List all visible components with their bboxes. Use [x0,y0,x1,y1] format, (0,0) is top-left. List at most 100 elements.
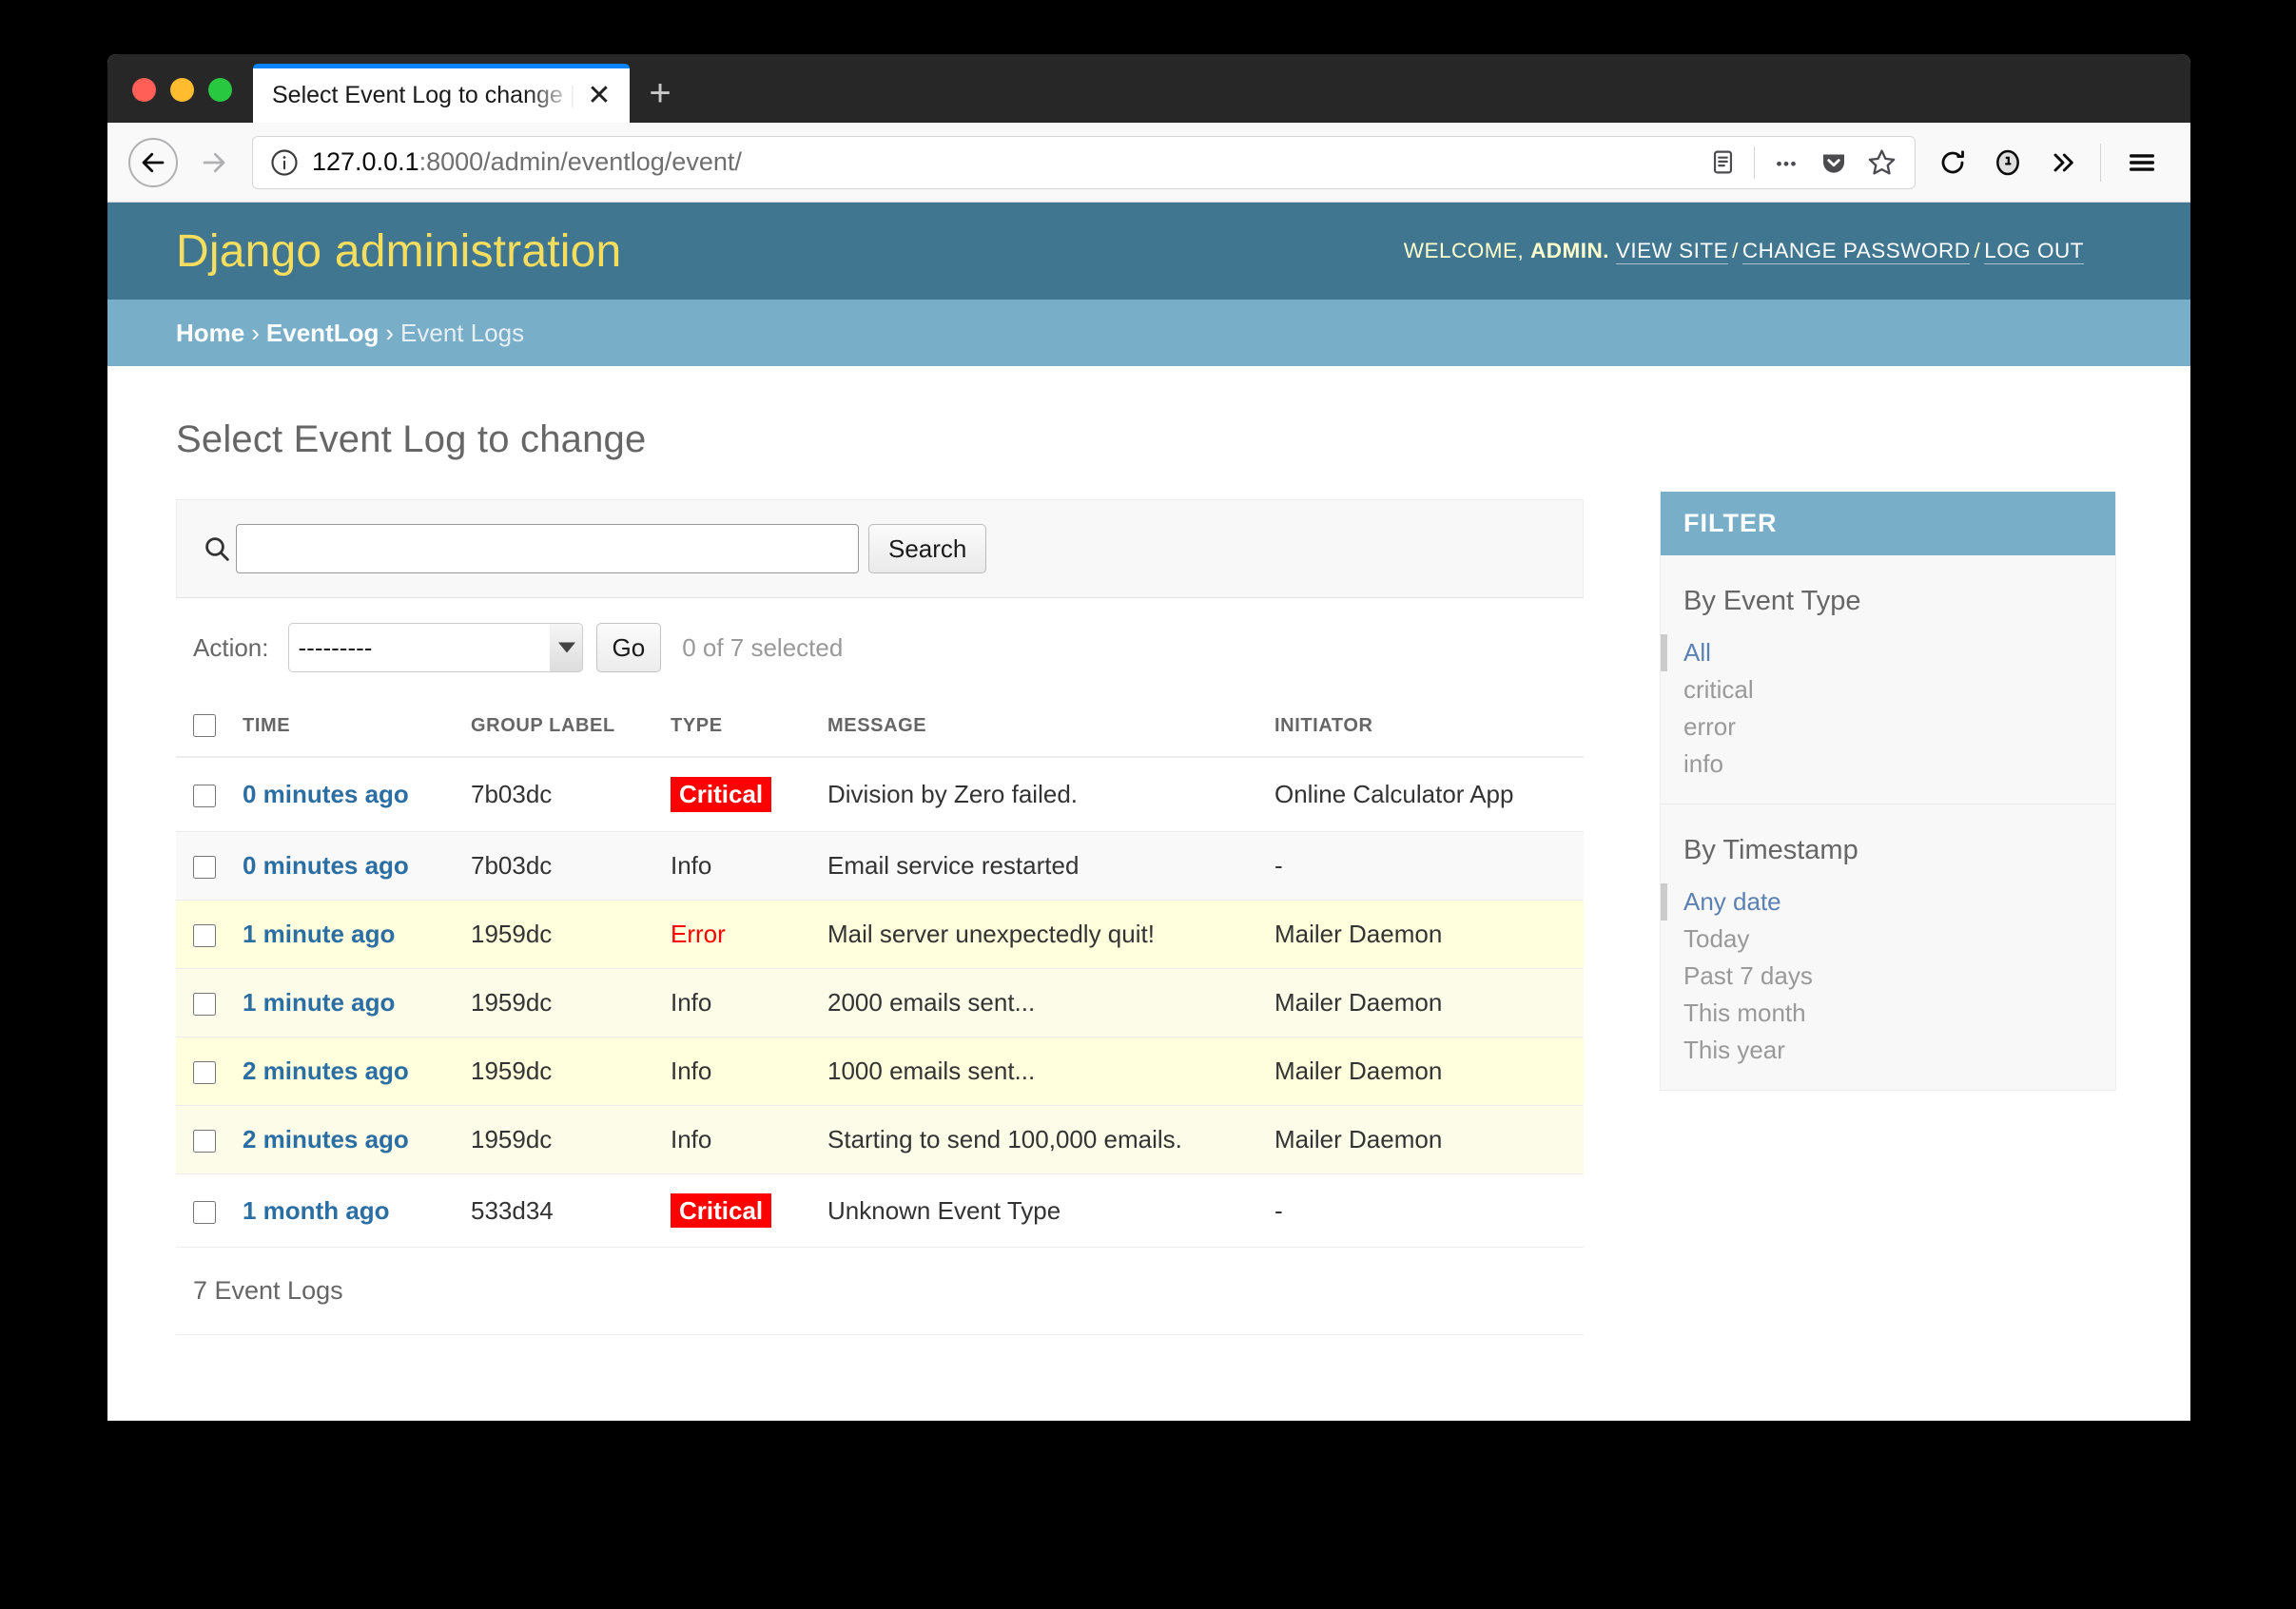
search-input[interactable] [236,524,859,573]
bookmark-star-icon[interactable] [1858,139,1905,186]
view-site-link[interactable]: VIEW SITE [1615,239,1729,264]
row-link-time[interactable]: 2 minutes ago [243,1057,409,1085]
breadcrumb-separator-1: › [251,318,260,347]
table-row: 0 minutes ago 7b03dc Critical Division by Z… [176,757,1584,832]
status-text: Info [671,987,712,1017]
pocket-icon[interactable] [1810,139,1858,186]
overflow-chevrons-icon[interactable] [2035,135,2091,190]
filter-option[interactable]: This month [1661,995,2115,1032]
row-link-time[interactable]: 2 minutes ago [243,1125,409,1153]
filter-option-list: Any date Today Past 7 days This month This y… [1661,883,2115,1069]
results-table: TIME GROUP LABEL TYPE MESSAGE INITIATOR … [176,695,1584,1249]
column-header-message[interactable]: MESSAGE [816,695,1263,758]
changelist-main: Select Event Log to change Search Action… [176,366,1584,1336]
cell-initiator: Mailer Daemon [1263,900,1584,969]
back-icon[interactable] [128,137,178,187]
url-bar[interactable]: 127.0.0.1:8000/admin/eventlog/event/ [252,135,1916,189]
results-table-body: 0 minutes ago 7b03dc Critical Division by Z… [176,757,1584,1249]
breadcrumb-home[interactable]: Home [176,319,244,348]
table-row: 0 minutes ago 7b03dc Info Email service res… [176,831,1584,901]
row-link-time[interactable]: 1 minute ago [243,988,395,1017]
log-out-link[interactable]: LOG OUT [1984,239,2084,264]
row-checkbox[interactable] [193,784,216,807]
filter-option-link[interactable]: This month [1683,998,1806,1027]
column-header-group-label[interactable]: GROUP LABEL [459,695,659,758]
change-password-link[interactable]: CHANGE PASSWORD [1741,239,1971,264]
filter-option-link[interactable]: info [1683,749,1723,778]
column-header-type[interactable]: TYPE [659,695,816,758]
row-select-cell [176,1105,231,1174]
row-checkbox[interactable] [193,855,216,879]
filter-option-link[interactable]: error [1683,712,1736,741]
cell-type: Critical [659,757,816,832]
cell-time: 1 minute ago [231,900,459,969]
cell-group-label: 7b03dc [459,757,659,832]
content-area: Select Event Log to change Search Action… [107,366,2190,1336]
tab-title: Select Event Log to change | Django [272,82,582,108]
row-link-time[interactable]: 0 minutes ago [243,780,409,808]
table-row: 1 minute ago 1959dc Error Mail server unexp… [176,900,1584,969]
filter-option[interactable]: Past 7 days [1661,958,2115,995]
forward-icon[interactable] [187,136,241,189]
filter-option[interactable]: error [1661,708,2115,746]
cell-initiator: Online Calculator App [1263,757,1584,832]
cell-group-label: 7b03dc [459,831,659,901]
status-badge: Critical [671,1192,772,1229]
column-header-time[interactable]: TIME [231,695,459,758]
cell-group-label: 1959dc [459,968,659,1037]
hamburger-menu-icon[interactable] [2114,135,2170,190]
select-all-checkbox[interactable] [193,714,216,737]
page-actions-ellipsis-icon[interactable] [1762,139,1810,186]
filter-option[interactable]: This year [1661,1032,2115,1069]
search-button[interactable]: Search [868,524,987,573]
minimize-window-button[interactable] [170,78,194,102]
filter-option-link[interactable]: This year [1683,1036,1785,1064]
filter-option[interactable]: info [1661,746,2115,783]
site-info-icon[interactable] [270,148,299,177]
row-link-time[interactable]: 1 minute ago [243,920,395,948]
filter-option[interactable]: Today [1661,921,2115,958]
row-select-cell [176,968,231,1037]
row-link-time[interactable]: 0 minutes ago [243,851,409,880]
filter-option-list: All critical error info [1661,634,2115,783]
cell-message: Unknown Event Type [816,1173,1263,1249]
maximize-window-button[interactable] [208,78,232,102]
row-checkbox[interactable] [193,923,216,947]
filter-option[interactable]: Any date [1661,883,2115,921]
new-tab-icon[interactable]: + [630,64,691,123]
reload-icon[interactable] [1925,135,1980,190]
table-row: 1 month ago 533d34 Critical Unknown Event T… [176,1173,1584,1249]
status-text: Info [671,1124,712,1153]
filter-option[interactable]: All [1661,634,2115,671]
site-name[interactable]: Django administration [176,225,621,278]
filter-option[interactable]: critical [1661,671,2115,708]
column-header-initiator[interactable]: INITIATOR [1263,695,1584,758]
table-row: 2 minutes ago 1959dc Info 1000 emails sent.… [176,1037,1584,1106]
breadcrumb-eventlog[interactable]: EventLog [266,319,379,348]
filter-option-link[interactable]: All [1683,638,1711,667]
close-window-button[interactable] [132,78,156,102]
filter-option-link[interactable]: critical [1683,675,1754,704]
row-select-cell [176,900,231,969]
filter-option-link[interactable]: Today [1683,924,1749,953]
filter-option-link[interactable]: Any date [1683,887,1781,916]
filter-option-link[interactable]: Past 7 days [1683,961,1813,990]
row-checkbox[interactable] [193,992,216,1016]
cell-message: 1000 emails sent... [816,1037,1263,1106]
django-admin-header: Django administration WELCOME, ADMIN. VI… [107,203,2190,300]
cell-time: 2 minutes ago [231,1105,459,1174]
cell-message: Division by Zero failed. [816,757,1263,832]
tracking-protection-icon[interactable] [1980,135,2035,190]
row-checkbox[interactable] [193,1129,216,1153]
cell-group-label: 1959dc [459,1037,659,1106]
cell-time: 0 minutes ago [231,831,459,901]
row-checkbox[interactable] [193,1060,216,1084]
row-checkbox[interactable] [193,1200,216,1224]
browser-tab-active[interactable]: Select Event Log to change | Django ✕ [253,64,630,123]
reader-mode-icon[interactable] [1699,139,1746,186]
go-button[interactable]: Go [595,623,662,672]
browser-nav-bar: 127.0.0.1:8000/admin/eventlog/event/ [107,123,2190,203]
action-select[interactable]: --------- [287,623,583,672]
row-link-time[interactable]: 1 month ago [243,1196,390,1225]
close-tab-icon[interactable]: ✕ [582,79,616,113]
